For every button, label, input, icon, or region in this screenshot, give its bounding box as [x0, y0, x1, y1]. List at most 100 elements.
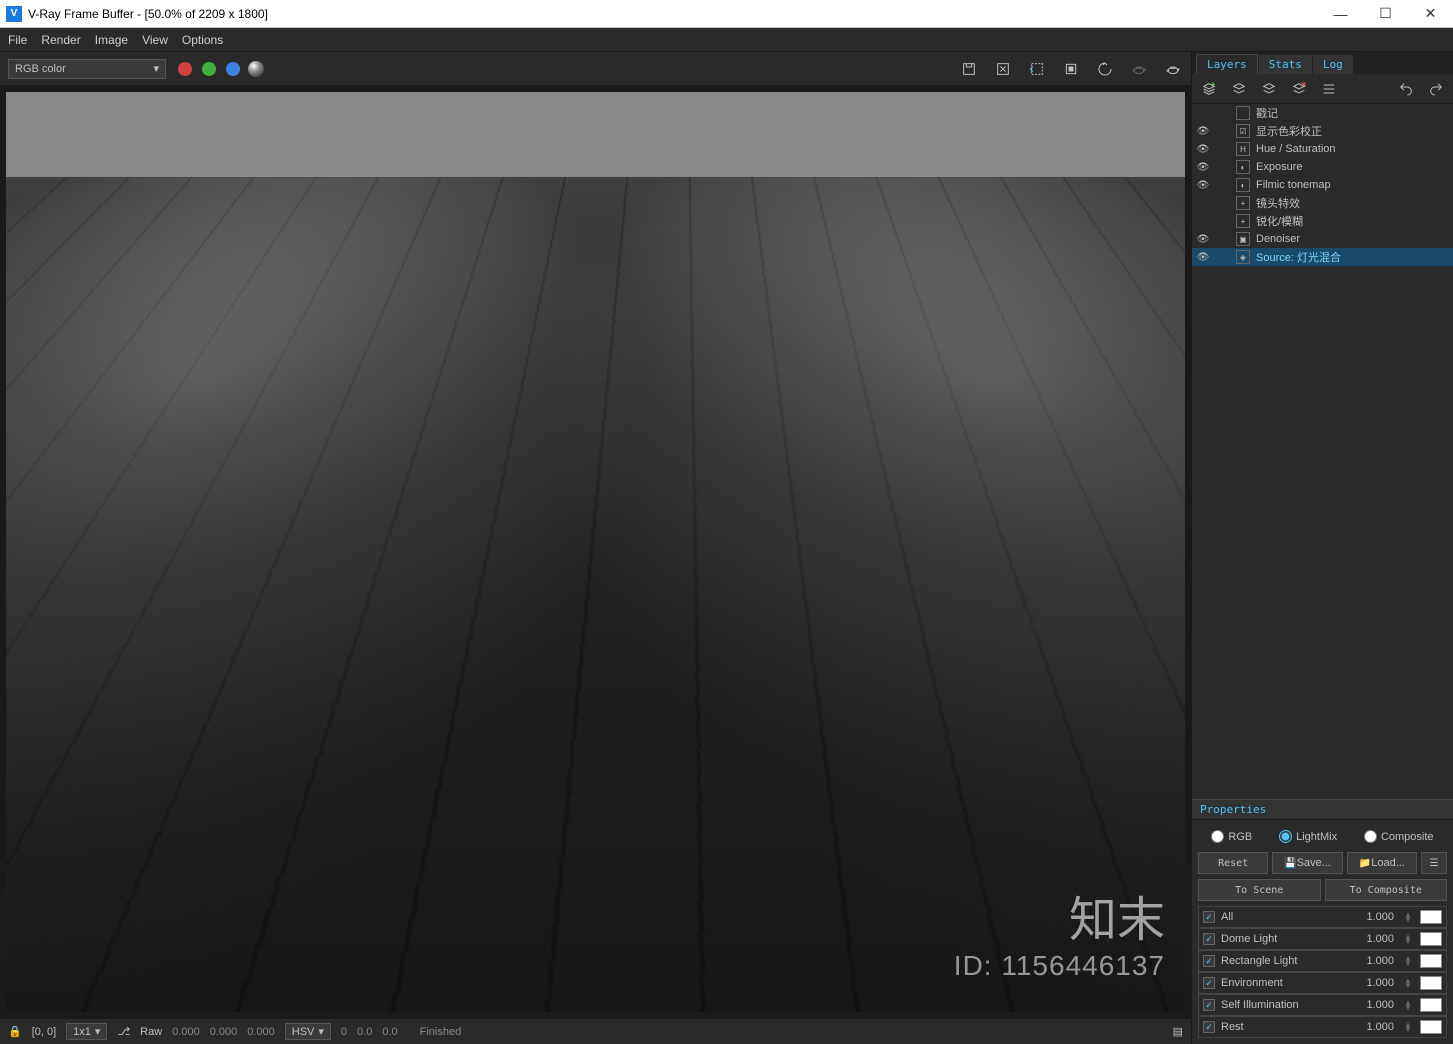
expand-panel-icon[interactable]: ▤ [1173, 1025, 1183, 1038]
mode-composite[interactable]: Composite [1364, 830, 1434, 843]
spinner-icon[interactable]: ▲▼ [1404, 1022, 1414, 1032]
menu-view[interactable]: View [142, 33, 168, 47]
teapot-render-last-icon[interactable] [1163, 59, 1183, 79]
tab-stats[interactable]: Stats [1259, 55, 1312, 74]
color-swatch[interactable] [1420, 954, 1442, 968]
render-viewport[interactable]: 知末 ID: 1156446137 [6, 92, 1185, 1012]
light-checkbox[interactable]: ✓ [1203, 999, 1215, 1011]
mode-rgb[interactable]: RGB [1211, 830, 1252, 843]
save-image-icon[interactable] [959, 59, 979, 79]
mode-lightmix[interactable]: LightMix [1279, 830, 1337, 843]
undo-icon[interactable] [1397, 80, 1415, 98]
visibility-icon[interactable]: 👁 [1196, 180, 1210, 191]
add-layer-icon[interactable] [1200, 80, 1218, 98]
visibility-icon[interactable]: 👁 [1196, 144, 1210, 155]
channel-label: RGB color [15, 63, 66, 75]
properties-header: Properties [1192, 799, 1453, 820]
menu-render[interactable]: Render [41, 33, 80, 47]
color-swatch[interactable] [1420, 998, 1442, 1012]
link-vfb-icon[interactable] [1095, 59, 1115, 79]
minimize-button[interactable]: — [1318, 0, 1363, 27]
to-scene-button[interactable]: To Scene [1198, 879, 1321, 901]
light-value[interactable]: 1.000 [1348, 955, 1398, 967]
region-render-icon[interactable] [1027, 59, 1047, 79]
spinner-icon[interactable]: ▲▼ [1404, 1000, 1414, 1010]
layer-type-icon: + [1236, 196, 1250, 210]
clear-image-icon[interactable] [993, 59, 1013, 79]
preset-menu-button[interactable]: ☰ [1421, 852, 1447, 874]
color-swatch[interactable] [1420, 910, 1442, 924]
light-value[interactable]: 1.000 [1348, 933, 1398, 945]
channel-select[interactable]: RGB color▾ [8, 59, 166, 79]
teapot-render-icon[interactable] [1129, 59, 1149, 79]
to-composite-button[interactable]: To Composite [1325, 879, 1448, 901]
color-swatch[interactable] [1420, 932, 1442, 946]
delete-layer-icon[interactable] [1290, 80, 1308, 98]
light-value[interactable]: 1.000 [1348, 911, 1398, 923]
render-wall [6, 92, 1185, 177]
spinner-icon[interactable]: ▲▼ [1404, 978, 1414, 988]
visibility-icon[interactable]: 👁 [1196, 162, 1210, 173]
curve-icon[interactable]: ⎇ [117, 1025, 130, 1038]
color-swatch[interactable] [1420, 1020, 1442, 1034]
close-button[interactable]: ✕ [1408, 0, 1453, 27]
layer-type-icon: ▣ [1236, 232, 1250, 246]
layer-up-icon[interactable] [1260, 80, 1278, 98]
hsv-h: 0 [341, 1026, 347, 1038]
light-row: ✓All1.000▲▼ [1198, 906, 1447, 928]
menu-options[interactable]: Options [182, 33, 223, 47]
light-name: Dome Light [1221, 933, 1342, 945]
light-name: Rest [1221, 1021, 1342, 1033]
pick-size-select[interactable]: 1x1▾ [66, 1023, 107, 1040]
menu-file[interactable]: File [8, 33, 27, 47]
visibility-icon[interactable]: 👁 [1196, 252, 1210, 263]
light-checkbox[interactable]: ✓ [1203, 1021, 1215, 1033]
light-checkbox[interactable]: ✓ [1203, 955, 1215, 967]
menu-image[interactable]: Image [95, 33, 128, 47]
spinner-icon[interactable]: ▲▼ [1404, 912, 1414, 922]
layer-row[interactable]: +镜头特效 [1192, 194, 1453, 212]
light-row: ✓ Environment 1.000 ▲▼ [1198, 972, 1447, 994]
layer-down-icon[interactable] [1230, 80, 1248, 98]
light-value[interactable]: 1.000 [1348, 1021, 1398, 1033]
green-channel-button[interactable] [202, 62, 216, 76]
mono-channel-button[interactable] [248, 61, 264, 77]
light-value[interactable]: 1.000 [1348, 999, 1398, 1011]
blue-channel-button[interactable] [226, 62, 240, 76]
layer-row[interactable]: 👁◈Source: 灯光混合 [1192, 248, 1453, 266]
spinner-icon[interactable]: ▲▼ [1404, 934, 1414, 944]
layer-type-icon: H [1236, 142, 1250, 156]
tab-layers[interactable]: Layers [1196, 54, 1258, 74]
color-swatch[interactable] [1420, 976, 1442, 990]
maximize-button[interactable]: ☐ [1363, 0, 1408, 27]
layer-type-icon: ◐ [1236, 160, 1250, 174]
layer-row[interactable]: 👁 ▣ Denoiser [1192, 230, 1453, 248]
layer-row[interactable]: 👁 ◐ Exposure [1192, 158, 1453, 176]
light-checkbox[interactable]: ✓ [1203, 911, 1215, 923]
colorspace-select[interactable]: HSV▾ [285, 1023, 331, 1040]
visibility-icon[interactable]: 👁 [1196, 126, 1210, 137]
light-name: Environment [1221, 977, 1342, 989]
save-button[interactable]: 💾 Save... [1272, 852, 1342, 874]
layer-label: Denoiser [1256, 233, 1300, 245]
tab-log[interactable]: Log [1313, 55, 1353, 74]
layer-row[interactable]: 👁☑显示色彩校正 [1192, 122, 1453, 140]
reset-button[interactable]: Reset [1198, 852, 1268, 874]
layer-type-icon: ☑ [1236, 124, 1250, 138]
layer-row[interactable]: +锐化/模糊 [1192, 212, 1453, 230]
layer-row[interactable]: 👁◐Filmic tonemap [1192, 176, 1453, 194]
light-value[interactable]: 1.000 [1348, 977, 1398, 989]
red-channel-button[interactable] [178, 62, 192, 76]
lock-icon[interactable]: 🔒 [8, 1025, 22, 1038]
layer-row[interactable]: 戳记 [1192, 104, 1453, 122]
light-checkbox[interactable]: ✓ [1203, 933, 1215, 945]
redo-icon[interactable] [1427, 80, 1445, 98]
layer-label: Exposure [1256, 161, 1302, 173]
track-mouse-icon[interactable] [1061, 59, 1081, 79]
visibility-icon[interactable]: 👁 [1196, 234, 1210, 245]
load-button[interactable]: 📁 Load... [1347, 852, 1417, 874]
layer-row[interactable]: 👁HHue / Saturation [1192, 140, 1453, 158]
light-checkbox[interactable]: ✓ [1203, 977, 1215, 989]
layer-menu-icon[interactable] [1320, 80, 1338, 98]
spinner-icon[interactable]: ▲▼ [1404, 956, 1414, 966]
